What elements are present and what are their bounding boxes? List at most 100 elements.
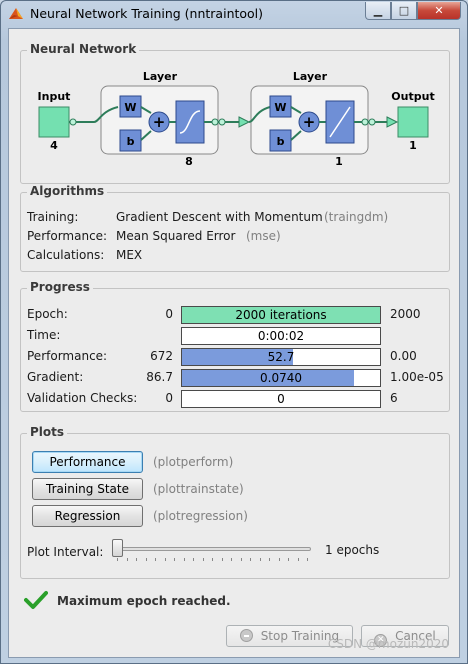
window: Neural Network Training (nntraintool) ▁ … [0,0,468,664]
progress-end-value: 1.00e-05 [390,370,444,384]
slider-tick [202,558,204,561]
algorithm-training-func: (traingdm) [324,210,389,224]
slider-tick [288,558,289,561]
slider-tick [240,558,242,561]
slider-tick [297,558,299,561]
algorithm-performance-value: Mean Squared Error [116,229,236,243]
progress-start-value: 0 [165,391,173,405]
slider-tick [174,558,175,561]
slider-tick [250,558,251,561]
progress-bar: 0 [181,390,381,408]
slider-tick [164,558,166,561]
plot-interval-slider[interactable] [113,547,311,551]
algorithm-training-label: Training: [27,210,79,224]
output-size: 1 [409,139,417,152]
progress-bar-text: 0.0740 [260,371,302,385]
final-output-junction-2 [368,118,376,126]
progress-end-value: 2000 [390,307,421,321]
output-layer-label: Layer [293,70,328,83]
progress-start-value: 86.7 [146,370,173,384]
output-label: Output [391,90,434,103]
hidden-bias-label: b [127,135,135,148]
window-controls: ▁ □ ✕ [365,2,461,20]
progress-title: Progress [27,280,93,294]
hidden-output-arrow [238,116,251,128]
final-output-junction-1 [361,118,369,126]
algorithm-training-value: Gradient Descent with Momentum [116,210,323,224]
progress-bar: 0.0740 [181,369,381,387]
algorithms-panel: Algorithms Training: Gradient Descent wi… [20,184,450,272]
hidden-sum-symbol: + [153,113,166,131]
algorithm-calculations-value: MEX [116,248,143,262]
plot-performance-func: (plotperform) [153,455,234,469]
hidden-size: 8 [185,155,193,168]
hidden-output-junction-1 [211,118,219,126]
maximize-button[interactable]: □ [391,2,417,20]
client-area: Neural Network Input 4 Layer W b + 8 Lay… [8,28,460,658]
input-junction [69,118,77,126]
slider-tick [269,558,270,561]
progress-end-value: 6 [390,391,398,405]
stop-icon [239,629,253,642]
slider-tick [231,558,232,561]
output-layer-size: 1 [335,155,343,168]
slider-tick [136,558,137,561]
hidden-layer-label: Layer [143,70,178,83]
final-output-arrow [386,116,399,128]
progress-label: Time: [27,328,61,342]
plot-interval-value: 1 epochs [325,543,380,557]
progress-label: Validation Checks: [27,391,138,405]
output-node [397,106,429,138]
slider-tick [117,558,118,561]
progress-start-value: 672 [150,349,173,363]
output-weight-label: W [274,101,286,114]
plot-regression-button[interactable]: Regression [32,505,143,527]
slider-tick [278,558,280,561]
plot-interval-slider-thumb[interactable] [112,539,123,557]
algorithms-title: Algorithms [27,184,108,198]
progress-bar: 52.7 [181,348,381,366]
output-bias-label: b [277,135,285,148]
plot-regression-func: (plotregression) [153,509,248,523]
progress-label: Performance: [27,349,108,363]
slider-tick [126,558,128,561]
minimize-button[interactable]: ▁ [365,2,391,20]
slider-tick [155,558,156,561]
progress-bar-text: 0:00:02 [257,329,305,343]
neural-network-panel: Neural Network Input 4 Layer W b + 8 Lay… [20,42,450,184]
progress-start-value: 0 [165,307,173,321]
hidden-weight-label: W [124,101,136,114]
progress-bar: 2000 iterations [181,306,381,324]
plot-training-state-button[interactable]: Training State [32,478,143,500]
slider-tick [193,558,194,561]
progress-panel: Progress Epoch: 0 2000 iterations 2000 Time:… [20,280,450,412]
plot-interval-label: Plot Interval: [27,545,104,559]
progress-bar-text: 52.7 [267,350,295,364]
close-button[interactable]: ✕ [417,2,461,20]
minimize-icon: ▁ [373,4,383,17]
slider-tick [221,558,223,561]
close-icon: ✕ [434,4,444,17]
algorithm-performance-func: (mse) [246,229,281,243]
network-diagram: Input 4 Layer W b + 8 Layer W b + 1 Outp… [38,70,435,168]
input-label: Input [38,90,71,103]
input-size: 4 [50,139,58,152]
progress-label: Epoch: [27,307,68,321]
output-sum-symbol: + [303,113,316,131]
title-bar[interactable]: Neural Network Training (nntraintool) ▁ … [1,1,467,27]
progress-bar: 0:00:02 [181,327,381,345]
progress-end-value: 0.00 [390,349,417,363]
watermark: CSDN @mozun2020 [327,637,449,651]
progress-label: Gradient: [27,370,84,384]
progress-bar-text: 2000 iterations [235,308,327,322]
matlab-icon [9,8,23,19]
plots-title: Plots [27,425,68,439]
slider-tick [259,558,261,561]
slider-tick [183,558,185,561]
plot-performance-button[interactable]: Performance [32,451,143,473]
slider-tick [145,558,147,561]
maximize-icon: □ [398,4,410,17]
window-title: Neural Network Training (nntraintool) [30,6,264,21]
slider-tick [307,558,308,561]
algorithm-performance-label: Performance: [27,229,108,243]
